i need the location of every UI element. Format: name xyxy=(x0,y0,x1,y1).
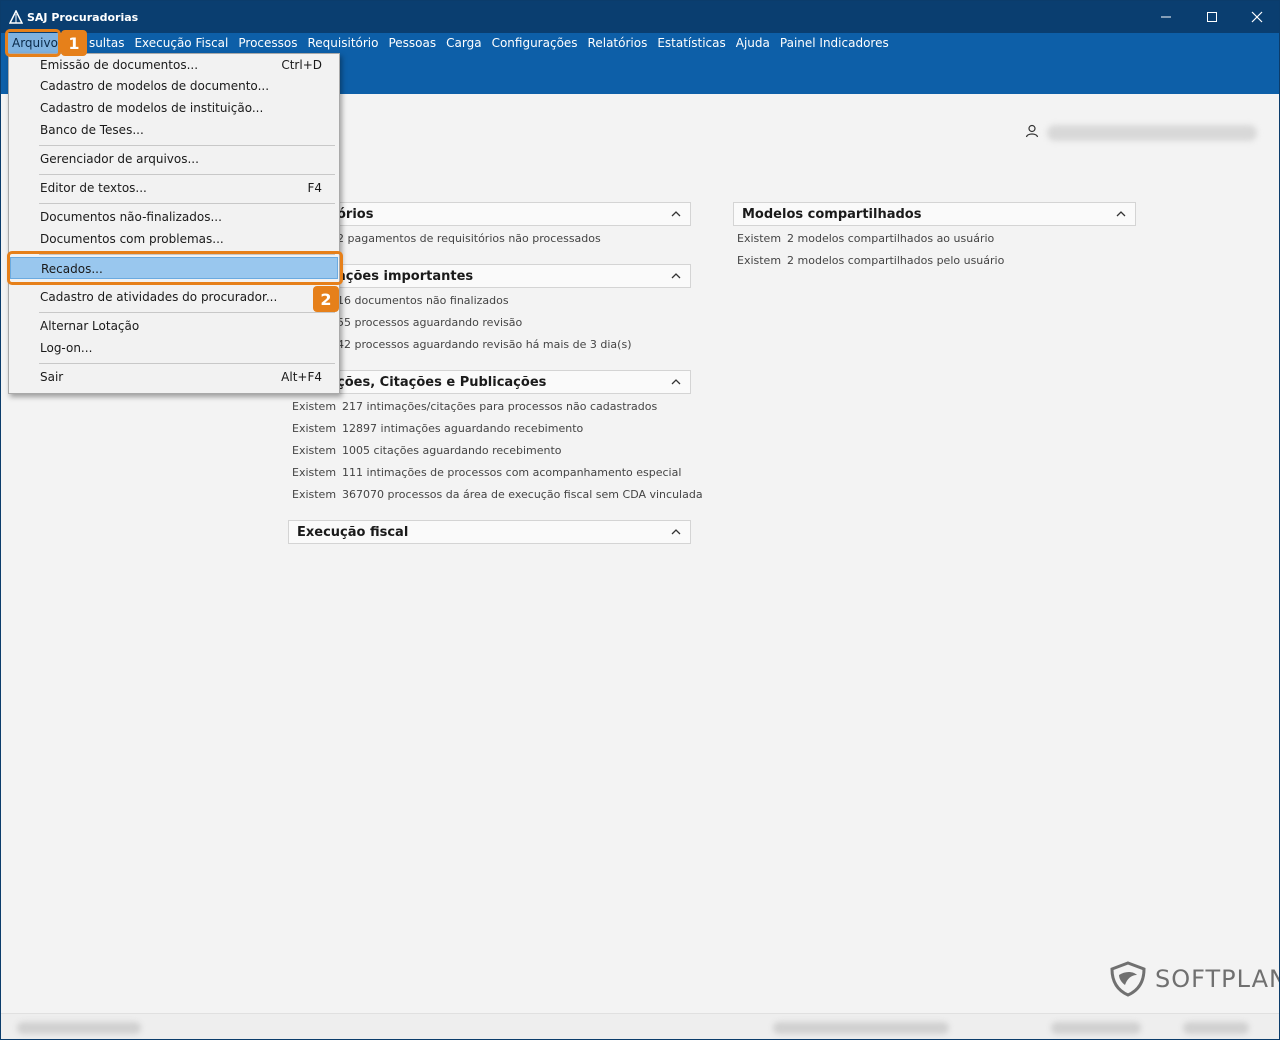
menu-item-emissao-documentos[interactable]: Emissão de documentos... Ctrl+D xyxy=(10,54,338,76)
minimize-button[interactable] xyxy=(1143,1,1189,33)
list-item: Existem 2 modelos compartilhados ao usuár… xyxy=(737,232,995,245)
list-item: Existem 217 intimações/citações para proc… xyxy=(292,400,658,413)
panel-title: ações importantes xyxy=(337,268,474,284)
panel-execucao-header[interactable]: Execução fiscal xyxy=(288,520,691,544)
list-item: 42 processos aguardando revisão há mais … xyxy=(337,338,632,351)
panel-title: ções, Citações e Publicações xyxy=(337,374,547,390)
panel-requisitorios: órios 2 pagamentos de requisitórios não … xyxy=(288,202,691,250)
user-name-redacted xyxy=(1047,125,1257,141)
menu-separator xyxy=(39,174,335,175)
panel-informacoes-importantes: ações importantes 16 documentos não fina… xyxy=(288,264,691,356)
list-item: Existem 2 modelos compartilhados pelo usu… xyxy=(737,254,1005,267)
callout-badge-2: 2 xyxy=(313,286,339,312)
menu-item-documentos-nao-finalizados[interactable]: Documentos não-finalizados... xyxy=(10,206,338,228)
menu-item-sair[interactable]: Sair Alt+F4 xyxy=(10,366,338,388)
menu-item-cadastro-modelos-instituicao[interactable]: Cadastro de modelos de instituição... xyxy=(10,97,338,119)
panel-requisitorios-header[interactable]: órios xyxy=(288,202,691,226)
user-icon xyxy=(1025,124,1039,138)
maximize-button[interactable] xyxy=(1189,1,1235,33)
menu-bar: Arquivo sultas Execução Fiscal Processos… xyxy=(1,33,894,53)
maximize-icon xyxy=(1207,12,1217,22)
menu-item-editor-textos[interactable]: Editor de textos... F4 xyxy=(10,177,338,199)
callout-box-arquivo xyxy=(5,29,61,57)
panel-intimacoes-header[interactable]: ções, Citações e Publicações xyxy=(288,370,691,394)
chevron-up-icon[interactable] xyxy=(670,526,682,538)
close-button[interactable] xyxy=(1234,1,1279,33)
menu-processos[interactable]: Processos xyxy=(233,33,302,53)
menu-estatisticas[interactable]: Estatísticas xyxy=(652,33,730,53)
menu-requisitorio[interactable]: Requisitório xyxy=(303,33,384,53)
menu-item-banco-teses[interactable]: Banco de Teses... xyxy=(10,119,338,141)
menu-pessoas[interactable]: Pessoas xyxy=(383,33,441,53)
panel-execucao-fiscal: Execução fiscal xyxy=(288,520,691,544)
menu-separator xyxy=(39,145,335,146)
list-item: Existem 12897 intimações aguardando receb… xyxy=(292,422,584,435)
menu-item-documentos-com-problemas[interactable]: Documentos com problemas... xyxy=(10,228,338,250)
close-icon xyxy=(1251,11,1263,23)
callout-box-recados xyxy=(7,251,343,285)
menu-item-log-on[interactable]: Log-on... xyxy=(10,337,338,359)
menu-item-alternar-lotacao[interactable]: Alternar Lotação xyxy=(10,315,338,337)
list-item: Existem 1005 citações aguardando recebime… xyxy=(292,444,562,457)
list-item: Existem 367070 processos da área de execu… xyxy=(292,488,703,501)
softplan-shield-icon xyxy=(1110,961,1146,997)
title-bar: SAJ Procuradorias xyxy=(1,1,1279,33)
status-redacted xyxy=(17,1022,141,1034)
softplan-logo: SOFTPLAN xyxy=(1109,961,1280,997)
chevron-up-icon[interactable] xyxy=(670,376,682,388)
chevron-up-icon[interactable] xyxy=(670,208,682,220)
menu-item-cadastro-modelos-documento[interactable]: Cadastro de modelos de documento... xyxy=(10,75,338,97)
arquivo-dropdown-menu: Emissão de documentos... Ctrl+D Cadastro … xyxy=(8,53,340,394)
minimize-icon xyxy=(1161,16,1171,18)
panel-modelos-header[interactable]: Modelos compartilhados xyxy=(733,202,1136,226)
menu-separator xyxy=(39,203,335,204)
status-bar xyxy=(1,1013,1279,1039)
menu-item-cadastro-atividades-procurador[interactable]: Cadastro de atividades do procurador... xyxy=(10,286,338,308)
window-title: SAJ Procuradorias xyxy=(27,11,139,24)
chevron-up-icon[interactable] xyxy=(670,270,682,282)
status-redacted xyxy=(1183,1022,1249,1034)
panel-title: Modelos compartilhados xyxy=(742,206,922,222)
panel-informacoes-header[interactable]: ações importantes xyxy=(288,264,691,288)
menu-relatorios[interactable]: Relatórios xyxy=(583,33,653,53)
list-item: 55 processos aguardando revisão xyxy=(337,316,523,329)
menu-item-gerenciador-arquivos[interactable]: Gerenciador de arquivos... xyxy=(10,148,338,170)
menu-separator xyxy=(39,363,335,364)
menu-carga[interactable]: Carga xyxy=(441,33,486,53)
menu-consultas[interactable]: sultas xyxy=(89,33,130,53)
app-window: SAJ Procuradorias Arquivo sultas Execuçã… xyxy=(0,0,1280,1040)
list-item: 2 pagamentos de requisitórios não proces… xyxy=(337,232,601,245)
panel-intimacoes: ções, Citações e Publicações Existem 217 … xyxy=(288,370,703,506)
menu-separator xyxy=(39,312,335,313)
app-logo-icon xyxy=(9,10,23,24)
status-redacted xyxy=(1051,1022,1141,1034)
panel-modelos-compartilhados: Modelos compartilhados Existem 2 modelos … xyxy=(733,202,1136,272)
list-item: Existem 111 intimações de processos com a… xyxy=(292,466,682,479)
menu-configuracoes[interactable]: Configurações xyxy=(487,33,583,53)
menu-ajuda[interactable]: Ajuda xyxy=(731,33,775,53)
menu-execucao-fiscal[interactable]: Execução Fiscal xyxy=(129,33,233,53)
softplan-logo-text: SOFTPLAN xyxy=(1155,965,1280,993)
list-item: 16 documentos não finalizados xyxy=(337,294,509,307)
callout-badge-1: 1 xyxy=(61,30,87,56)
panel-title: Execução fiscal xyxy=(297,524,409,540)
menu-painel-indicadores[interactable]: Painel Indicadores xyxy=(775,33,894,53)
status-redacted xyxy=(773,1022,949,1034)
panel-title: órios xyxy=(337,206,374,222)
chevron-up-icon[interactable] xyxy=(1115,208,1127,220)
